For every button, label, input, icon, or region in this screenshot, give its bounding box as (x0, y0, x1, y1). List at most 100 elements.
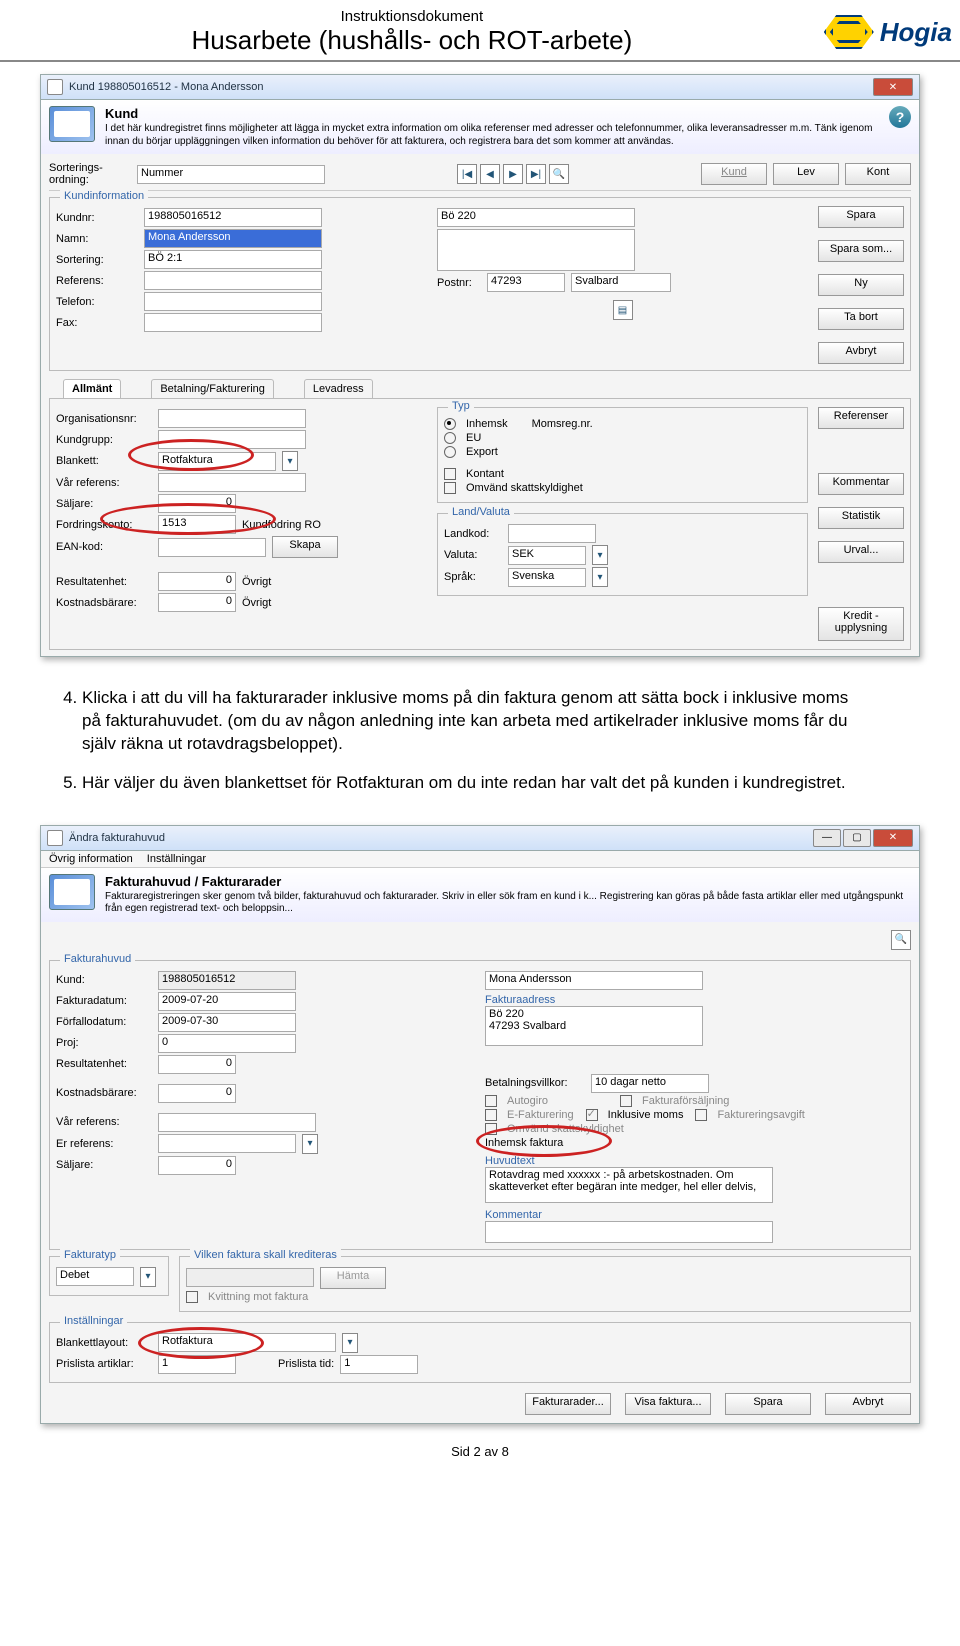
chevron-down-icon[interactable]: ▾ (140, 1267, 156, 1287)
chk-inklmoms[interactable] (586, 1109, 598, 1121)
sort-field[interactable]: Nummer (137, 165, 325, 184)
chk-efakt[interactable] (485, 1109, 497, 1121)
varref2-field[interactable] (158, 1113, 316, 1132)
help-button[interactable]: ? (889, 106, 911, 128)
lev-button[interactable]: Lev (773, 163, 839, 185)
postort-field[interactable]: Svalbard (571, 273, 671, 292)
fakturatyp-field[interactable]: Debet (56, 1267, 134, 1286)
search-icon[interactable]: 🔍 (891, 930, 911, 950)
ffdat-field[interactable]: 2009-07-30 (158, 1013, 296, 1032)
sprak-field[interactable]: Svenska (508, 568, 586, 587)
valuta-field[interactable]: SEK (508, 546, 586, 565)
kund-field[interactable]: 198805016512 (158, 971, 296, 990)
maximize-button[interactable]: ▢ (843, 829, 871, 847)
avbryt2-button[interactable]: Avbryt (825, 1393, 911, 1415)
sortering-field[interactable]: BÖ 2:1 (144, 250, 322, 269)
urval-button[interactable]: Urval... (818, 541, 904, 563)
telefon-field[interactable] (144, 292, 322, 311)
saljare-label: Säljare: (56, 498, 152, 510)
betv-field[interactable]: 10 dagar netto (591, 1074, 709, 1093)
chk-omvand2[interactable] (485, 1123, 497, 1135)
visafaktura-button[interactable]: Visa faktura... (625, 1393, 711, 1415)
hamta-button[interactable]: Hämta (320, 1267, 386, 1289)
erref-field[interactable] (158, 1134, 296, 1153)
addr2-field[interactable] (437, 229, 635, 271)
fax-label: Fax: (56, 317, 138, 329)
ny-button[interactable]: Ny (818, 274, 904, 296)
orgnr-field[interactable] (158, 409, 306, 428)
chevron-down-icon[interactable]: ▾ (592, 567, 608, 587)
referens-field[interactable] (144, 271, 322, 290)
ffdat-label: Förfallodatum: (56, 1016, 152, 1028)
fakturarader-button[interactable]: Fakturarader... (525, 1393, 611, 1415)
search-icon[interactable]: 🔍 (549, 164, 569, 184)
kundgrupp-field[interactable] (158, 430, 306, 449)
blay-field[interactable]: Rotfaktura (158, 1333, 336, 1352)
chevron-down-icon[interactable]: ▾ (592, 545, 608, 565)
fdat-field[interactable]: 2009-07-20 (158, 992, 296, 1011)
blankett-field[interactable]: Rotfaktura (158, 452, 276, 471)
namn-field[interactable]: Mona Andersson (144, 229, 322, 248)
radio-eu[interactable] (444, 432, 456, 444)
close-button[interactable]: ✕ (873, 78, 913, 96)
postnr-field[interactable]: 47293 (487, 273, 565, 292)
kommentar-field[interactable] (485, 1221, 773, 1243)
chk-favg[interactable] (695, 1109, 707, 1121)
kostnad-field[interactable]: 0 (158, 593, 236, 612)
kredit-button[interactable]: Kredit - upplysning (818, 607, 904, 641)
menu-ovrig[interactable]: Övrig information (49, 853, 133, 865)
faktadr-field[interactable]: Bö 220 47293 Svalbard (485, 1006, 703, 1046)
spara-button[interactable]: Spara (818, 206, 904, 228)
resultat-field[interactable]: 0 (158, 572, 236, 591)
ptid-field[interactable]: 1 (340, 1355, 418, 1374)
kundnamn-field[interactable]: Mona Andersson (485, 971, 703, 990)
radio-inhemsk[interactable] (444, 418, 456, 430)
tab-allmant[interactable]: Allmänt (63, 379, 121, 398)
nav-next-icon[interactable]: ▶ (503, 164, 523, 184)
chk-kontant[interactable] (444, 468, 456, 480)
chevron-down-icon[interactable]: ▾ (342, 1333, 358, 1353)
chk-kvitt[interactable] (186, 1291, 198, 1303)
statistik-button[interactable]: Statistik (818, 507, 904, 529)
kundnr-field[interactable]: 198805016512 (144, 208, 322, 227)
tab-levadress[interactable]: Levadress (304, 379, 373, 398)
avbryt-button[interactable]: Avbryt (818, 342, 904, 364)
varref-field[interactable] (158, 473, 306, 492)
card-icon[interactable]: ▤ (613, 300, 633, 320)
fordring-field[interactable]: 1513 (158, 515, 236, 534)
radio-export[interactable] (444, 446, 456, 458)
fax-field[interactable] (144, 313, 322, 332)
chevron-down-icon[interactable]: ▾ (302, 1134, 318, 1154)
chk-ffors[interactable] (620, 1095, 632, 1107)
saljare2-field[interactable]: 0 (158, 1156, 236, 1175)
ean-field[interactable] (158, 538, 266, 557)
kund-button[interactable]: Kund (701, 163, 767, 185)
chevron-down-icon[interactable]: ▾ (282, 451, 298, 471)
spara-som-button[interactable]: Spara som... (818, 240, 904, 262)
spara2-button[interactable]: Spara (725, 1393, 811, 1415)
landkod-field[interactable] (508, 524, 596, 543)
nav-first-icon[interactable]: |◀ (457, 164, 477, 184)
chk-autogiro[interactable] (485, 1095, 497, 1107)
menu-installningar[interactable]: Inställningar (147, 853, 206, 865)
tab-betalning[interactable]: Betalning/Fakturering (151, 379, 274, 398)
chk-omvand[interactable] (444, 482, 456, 494)
fakturahuvud-legend: Fakturahuvud (60, 953, 135, 965)
saljare-field[interactable]: 0 (158, 494, 236, 513)
skapa-button[interactable]: Skapa (272, 536, 338, 558)
referenser-button[interactable]: Referenser (818, 407, 904, 429)
nav-last-icon[interactable]: ▶| (526, 164, 546, 184)
close-button[interactable]: ✕ (873, 829, 913, 847)
kred-field[interactable] (186, 1268, 314, 1287)
huvudtext-field[interactable]: Rotavdrag med xxxxxx :- på arbetskostnad… (485, 1167, 773, 1203)
part-field[interactable]: 1 (158, 1355, 236, 1374)
nav-prev-icon[interactable]: ◀ (480, 164, 500, 184)
tabort-button[interactable]: Ta bort (818, 308, 904, 330)
minimize-button[interactable]: — (813, 829, 841, 847)
proj-field[interactable]: 0 (158, 1034, 296, 1053)
kostnad2-field[interactable]: 0 (158, 1084, 236, 1103)
resultat2-field[interactable]: 0 (158, 1055, 236, 1074)
kommentar-button[interactable]: Kommentar (818, 473, 904, 495)
kont-button[interactable]: Kont (845, 163, 911, 185)
addr-field[interactable]: Bö 220 (437, 208, 635, 227)
